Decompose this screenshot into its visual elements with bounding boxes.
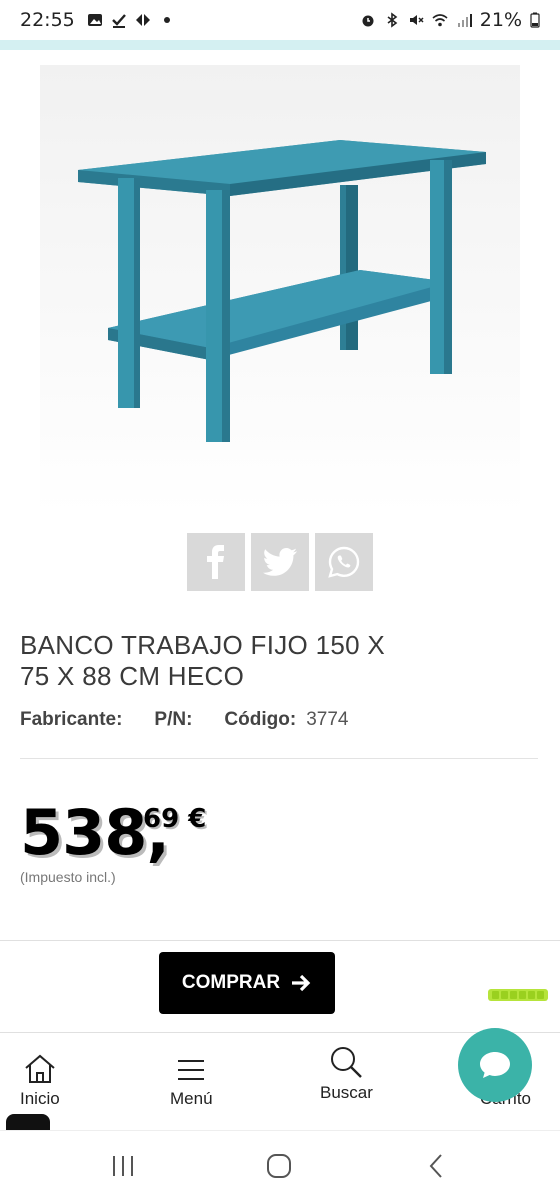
wifi-icon bbox=[432, 14, 448, 27]
loading-indicator bbox=[488, 989, 548, 1001]
search-icon bbox=[331, 1047, 363, 1078]
back-icon[interactable] bbox=[424, 1153, 450, 1179]
share-buttons bbox=[187, 533, 373, 591]
status-system-icons: 21% bbox=[360, 9, 540, 31]
status-time: 22:55 bbox=[20, 9, 75, 31]
status-bar: 22:55 21% bbox=[0, 0, 560, 40]
dot-icon bbox=[163, 17, 170, 23]
battery-icon bbox=[530, 12, 540, 28]
image-icon bbox=[87, 14, 102, 26]
twitter-share-button[interactable] bbox=[251, 533, 309, 591]
nav-item-buscar[interactable]: Buscar bbox=[320, 1045, 373, 1103]
product-title: BANCO TRABAJO FIJO 150 X 75 X 88 CM HECO bbox=[20, 630, 386, 691]
alarm-icon bbox=[362, 15, 374, 27]
chat-button[interactable] bbox=[458, 1028, 532, 1102]
check-download-icon bbox=[111, 14, 126, 28]
nav-label: Buscar bbox=[320, 1083, 373, 1102]
bluetooth-icon bbox=[387, 12, 398, 28]
home-circle-icon[interactable] bbox=[266, 1153, 292, 1179]
nav-label: Menú bbox=[170, 1089, 213, 1108]
chat-icon bbox=[480, 1052, 510, 1078]
battery-percent: 21% bbox=[479, 9, 522, 31]
home-icon bbox=[25, 1054, 55, 1083]
buy-button[interactable]: COMPRAR bbox=[159, 952, 335, 1014]
pn-label: P/N: bbox=[154, 709, 193, 730]
nav-item-inicio[interactable]: Inicio bbox=[20, 1053, 60, 1109]
facebook-share-button[interactable] bbox=[187, 533, 245, 591]
code-value: 3774 bbox=[306, 709, 349, 730]
twitter-icon bbox=[263, 548, 297, 576]
manufacturer-label: Fabricante: bbox=[20, 709, 123, 730]
whatsapp-share-button[interactable] bbox=[315, 533, 373, 591]
divider bbox=[20, 758, 538, 759]
product-meta: Fabricante: P/N: Código: 3774 bbox=[20, 709, 348, 731]
facebook-icon bbox=[207, 545, 224, 579]
nav-item-menu[interactable]: Menú bbox=[170, 1055, 213, 1109]
divider bbox=[0, 940, 560, 941]
status-notification-icons bbox=[87, 12, 175, 28]
mute-icon bbox=[409, 15, 424, 25]
hamburger-icon bbox=[178, 1060, 205, 1080]
signal-icon bbox=[457, 14, 472, 27]
tax-note: (Impuesto incl.) bbox=[20, 869, 116, 885]
header-accent-strip bbox=[0, 40, 560, 50]
nav-label: Inicio bbox=[20, 1089, 60, 1108]
price-decimal: 69 € bbox=[143, 804, 207, 834]
system-nav-bar bbox=[0, 1130, 560, 1200]
whatsapp-icon bbox=[328, 546, 360, 578]
recents-icon[interactable] bbox=[110, 1153, 136, 1179]
workbench-image bbox=[40, 65, 520, 515]
code-label: Código: bbox=[224, 709, 297, 730]
buy-button-label: COMPRAR bbox=[181, 972, 281, 993]
carrefour-icon bbox=[135, 14, 150, 26]
arrow-right-icon bbox=[292, 974, 311, 992]
